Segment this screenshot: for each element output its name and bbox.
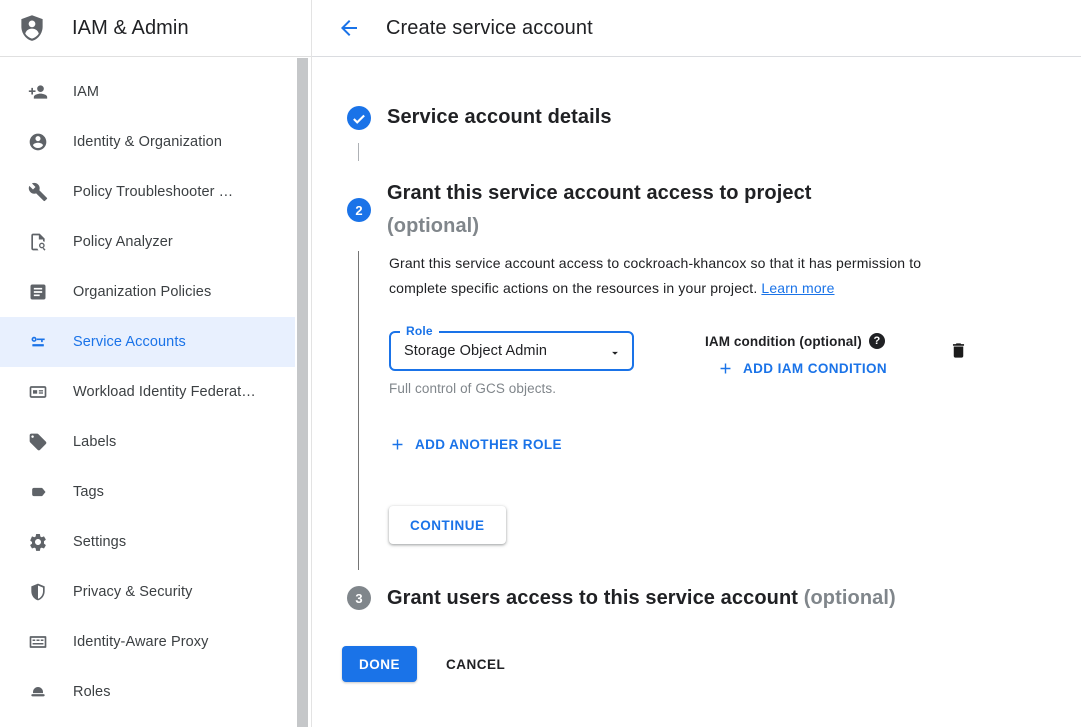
article-icon xyxy=(28,282,48,302)
role-row: Role Storage Object Admin Full control o… xyxy=(389,331,981,398)
sidebar-item-privacy-security[interactable]: Privacy & Security xyxy=(0,567,295,617)
sidebar-item-labels[interactable]: Labels xyxy=(0,417,295,467)
step-2-body: Grant this service account access to coc… xyxy=(347,243,1081,570)
sidebar-item-label: Settings xyxy=(73,534,126,550)
sidebar-item-label: Roles xyxy=(73,684,111,700)
step-1-header: Service account details xyxy=(347,101,1081,134)
role-dropdown-value: Storage Object Admin xyxy=(404,343,547,359)
iam-condition-label: IAM condition (optional) xyxy=(705,334,862,349)
sidebar-item-policy-analyzer[interactable]: Policy Analyzer xyxy=(0,217,295,267)
done-button[interactable]: DONE xyxy=(342,646,417,682)
form-actions: DONE CANCEL xyxy=(342,646,1081,682)
product-name: IAM & Admin xyxy=(72,17,189,40)
hat-icon xyxy=(28,682,48,702)
add-iam-condition-button[interactable]: ADD IAM CONDITION xyxy=(717,360,887,377)
sidebar-item-label: Policy Analyzer xyxy=(73,234,173,250)
card-icon xyxy=(28,382,48,402)
add-another-role-button[interactable]: ADD ANOTHER ROLE xyxy=(389,436,562,453)
cancel-button[interactable]: CANCEL xyxy=(446,657,505,672)
plus-icon xyxy=(389,436,406,453)
sidebar-item-label: Tags xyxy=(73,484,104,500)
page-title: Create service account xyxy=(386,17,593,40)
sidebar-item-organization-policies[interactable]: Organization Policies xyxy=(0,267,295,317)
role-column: Role Storage Object Admin Full control o… xyxy=(389,331,981,396)
step-2-description: Grant this service account access to coc… xyxy=(389,251,981,301)
role-dropdown[interactable]: Role Storage Object Admin xyxy=(389,331,634,371)
sidebar-item-settings[interactable]: Settings xyxy=(0,517,295,567)
learn-more-link[interactable]: Learn more xyxy=(761,280,834,296)
label-tag-icon xyxy=(28,432,48,452)
step-2-number-badge: 2 xyxy=(347,198,371,222)
step-2-header: 2 Grant this service account access to p… xyxy=(347,177,1081,243)
iam-condition-column: IAM condition (optional) ? ADD IAM CONDI… xyxy=(705,333,887,377)
sidebar: IAM & Admin IAM Identity & Organization … xyxy=(0,0,312,727)
sidebar-item-identity-organization[interactable]: Identity & Organization xyxy=(0,117,295,167)
app-window: IAM & Admin IAM Identity & Organization … xyxy=(0,0,1081,727)
sidebar-header: IAM & Admin xyxy=(0,0,311,57)
delete-role-button[interactable] xyxy=(947,341,969,363)
proxy-grid-icon xyxy=(28,632,48,652)
page-header: Create service account xyxy=(312,0,1081,57)
sidebar-item-tags[interactable]: Tags xyxy=(0,467,295,517)
trash-icon xyxy=(949,341,968,360)
step-3-header: 3 Grant users access to this service acc… xyxy=(347,584,1081,612)
sidebar-item-service-accounts[interactable]: Service Accounts xyxy=(0,317,295,367)
tag-icon xyxy=(28,482,48,502)
step-3-number-badge: 3 xyxy=(347,586,371,610)
document-search-icon xyxy=(28,232,48,252)
sidebar-item-label: Organization Policies xyxy=(73,284,211,300)
sidebar-item-workload-identity-federation[interactable]: Workload Identity Federat… xyxy=(0,367,295,417)
step-3-title: Grant users access to this service accou… xyxy=(387,584,896,612)
sidebar-item-label: Labels xyxy=(73,434,116,450)
sidebar-scrollbar[interactable] xyxy=(297,58,308,727)
sidebar-nav: IAM Identity & Organization Policy Troub… xyxy=(0,57,311,717)
sidebar-item-label: Service Accounts xyxy=(73,334,186,350)
help-icon[interactable]: ? xyxy=(869,333,885,349)
step-2-title: Grant this service account access to pro… xyxy=(387,177,812,243)
gear-icon xyxy=(28,532,48,552)
step-connector xyxy=(358,143,359,161)
main-panel: Create service account Service account d… xyxy=(312,0,1081,727)
wizard-content: Service account details 2 Grant this ser… xyxy=(312,57,1081,682)
continue-button[interactable]: CONTINUE xyxy=(389,506,506,544)
sidebar-item-label: Identity-Aware Proxy xyxy=(73,634,209,650)
wrench-icon xyxy=(28,182,48,202)
back-arrow-icon[interactable] xyxy=(336,15,362,41)
account-circle-icon xyxy=(28,132,48,152)
sidebar-item-label: IAM xyxy=(73,84,99,100)
sidebar-item-policy-troubleshooter[interactable]: Policy Troubleshooter … xyxy=(0,167,295,217)
step-3-optional-label: (optional) xyxy=(804,587,896,609)
step-2-optional-label: (optional) xyxy=(387,215,479,237)
step-1-completed-check-icon xyxy=(347,106,371,130)
sidebar-item-roles[interactable]: Roles xyxy=(0,667,295,717)
step-1-title: Service account details xyxy=(387,101,612,134)
sidebar-item-label: Workload Identity Federat… xyxy=(73,384,256,400)
sidebar-item-label: Identity & Organization xyxy=(73,134,222,150)
person-add-icon xyxy=(28,82,48,102)
sidebar-item-iam[interactable]: IAM xyxy=(0,67,295,117)
sidebar-item-label: Policy Troubleshooter … xyxy=(73,184,233,200)
shield-icon xyxy=(28,582,48,602)
role-helper-text: Full control of GCS objects. xyxy=(389,381,981,396)
sidebar-item-label: Privacy & Security xyxy=(73,584,192,600)
role-dropdown-label: Role xyxy=(400,324,439,338)
plus-icon xyxy=(717,360,734,377)
service-account-key-icon xyxy=(28,332,48,352)
chevron-down-icon xyxy=(608,346,622,365)
sidebar-item-identity-aware-proxy[interactable]: Identity-Aware Proxy xyxy=(0,617,295,667)
iam-admin-shield-icon xyxy=(17,13,47,43)
